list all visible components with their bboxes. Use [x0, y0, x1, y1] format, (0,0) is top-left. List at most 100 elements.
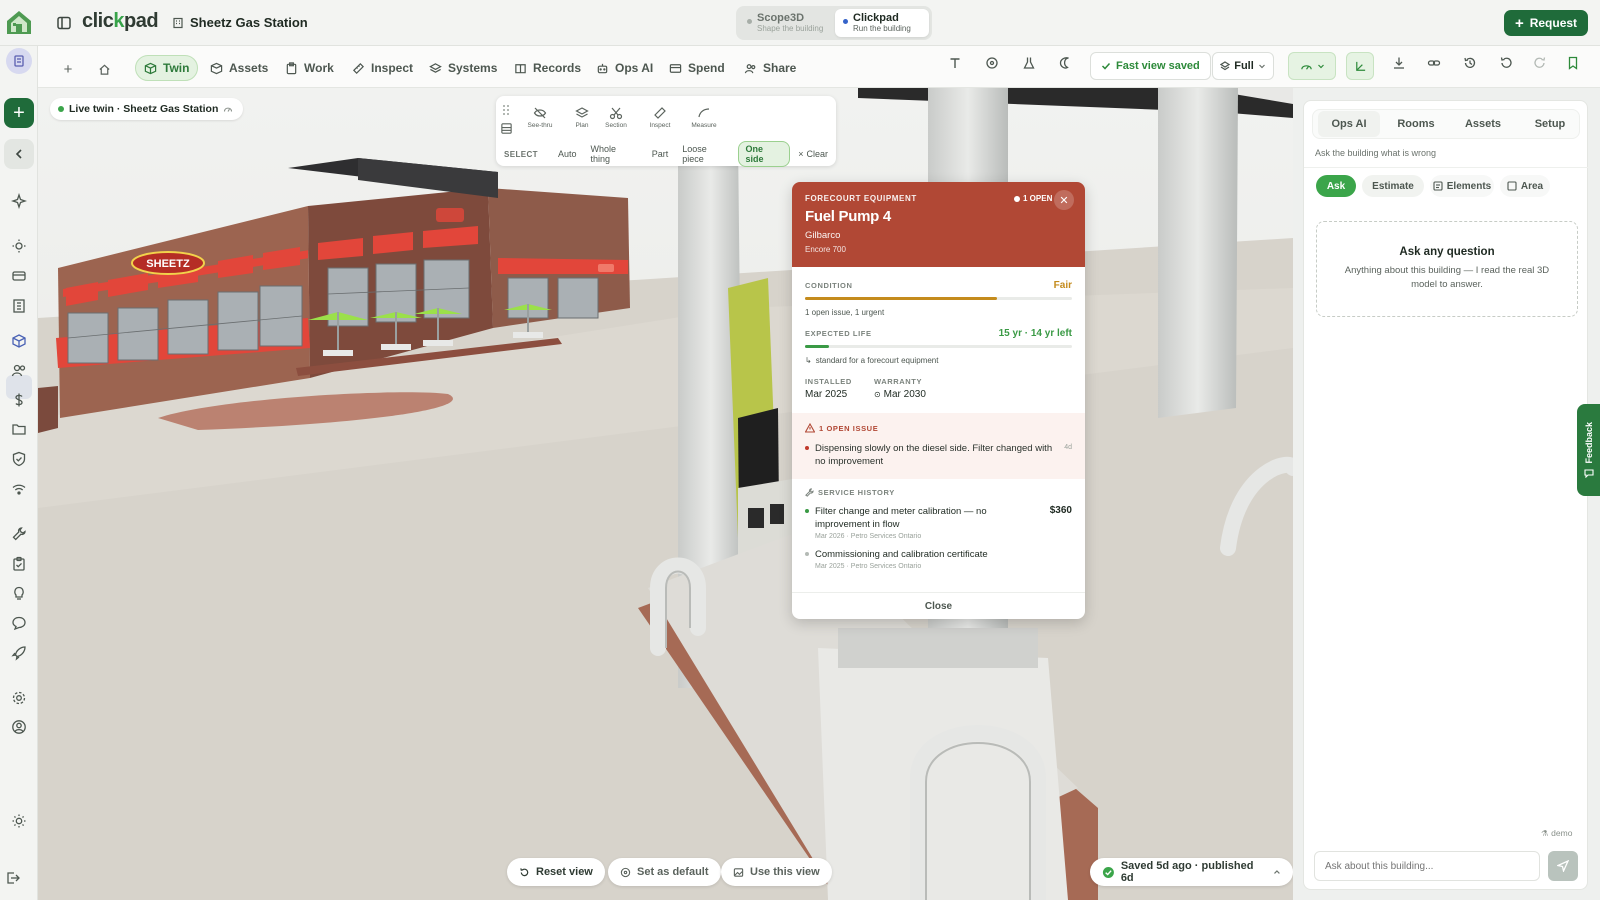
tool-measure[interactable]: Measure	[684, 106, 724, 129]
people-icon[interactable]	[11, 362, 27, 378]
axis-button[interactable]	[1346, 52, 1374, 80]
clipboard-icon[interactable]	[11, 556, 27, 572]
wrench-icon[interactable]	[11, 526, 27, 542]
chip-elements[interactable]: Elements	[1430, 175, 1494, 197]
tool-section[interactable]: Section	[596, 106, 636, 129]
select-option-one-side[interactable]: One side	[738, 141, 791, 167]
moon-icon[interactable]	[1055, 52, 1077, 74]
3d-scene[interactable]: SHEETZ	[38, 88, 1293, 900]
add-nav-button[interactable]: +	[58, 59, 78, 79]
brightness-icon[interactable]	[11, 813, 27, 829]
tab-ops-ai[interactable]: Ops AI	[588, 55, 661, 81]
mode-title: Clickpad	[853, 12, 899, 24]
top-bar: clickpad Sheetz Gas Station Scope3D Shap…	[0, 0, 1600, 46]
card-close-button[interactable]: ✕	[1054, 190, 1074, 210]
reset-view-button[interactable]: Reset view	[507, 858, 605, 886]
drag-handle-icon[interactable]	[502, 104, 510, 116]
download-icon[interactable]	[1388, 52, 1410, 74]
save-status-pill[interactable]: Saved 5d ago · published 6d	[1090, 858, 1293, 886]
sun-icon[interactable]	[11, 238, 27, 254]
mode-clickpad[interactable]: Clickpad Run the building	[835, 9, 929, 37]
fast-view-saved-button[interactable]: Fast view saved	[1090, 52, 1211, 80]
select-option-auto[interactable]: Auto	[552, 147, 583, 161]
ask-question-box[interactable]: Ask any question Anything about this bui…	[1316, 221, 1578, 317]
cards-icon[interactable]	[11, 268, 27, 284]
table-icon[interactable]	[500, 122, 513, 135]
send-button[interactable]	[1548, 851, 1578, 881]
folder-icon[interactable]	[11, 421, 27, 437]
card-close-link[interactable]: Close	[792, 592, 1085, 619]
tab-records[interactable]: Records	[506, 55, 589, 81]
sidebar-toggle-icon[interactable]	[56, 15, 72, 31]
flask-icon[interactable]	[1018, 52, 1040, 74]
chip-estimate[interactable]: Estimate	[1362, 175, 1424, 197]
issue-header: 1 OPEN ISSUE	[819, 423, 879, 433]
select-label: SELECT	[504, 149, 538, 159]
tab-assets[interactable]: Assets	[202, 55, 276, 81]
panel-tab-rooms[interactable]: Rooms	[1385, 111, 1447, 137]
select-option-part[interactable]: Part	[646, 147, 675, 161]
undo-icon[interactable]	[1495, 52, 1517, 74]
3d-viewport[interactable]: SHEETZ Live twin · Sheetz Gas Station Se…	[38, 88, 1293, 900]
mode-scope3d[interactable]: Scope3D Shape the building	[739, 9, 833, 37]
live-twin-chip[interactable]: Live twin · Sheetz Gas Station	[50, 98, 244, 120]
set-default-button[interactable]: Set as default	[608, 858, 721, 886]
dollar-icon[interactable]	[11, 392, 27, 408]
user-circle-icon[interactable]	[11, 719, 27, 735]
request-button[interactable]: + Request	[1504, 10, 1588, 36]
building-selector[interactable]: Sheetz Gas Station	[172, 15, 308, 30]
gear-icon[interactable]	[11, 690, 27, 706]
clickpad-logo-icon[interactable]	[4, 8, 34, 36]
tool-inspect[interactable]: Inspect	[640, 106, 680, 129]
panel-tab-setup[interactable]: Setup	[1519, 111, 1581, 137]
ruler-icon	[353, 62, 364, 74]
feedback-tab[interactable]: Feedback	[1577, 404, 1600, 496]
tab-label: Records	[533, 61, 582, 75]
redo-icon[interactable]	[1529, 52, 1551, 74]
clear-selection-button[interactable]: × Clear	[792, 147, 834, 161]
collapse-rail-button[interactable]	[4, 139, 34, 169]
history-item[interactable]: Filter change and meter calibration — no…	[805, 505, 1072, 540]
home-button[interactable]	[94, 59, 114, 79]
tab-inspect[interactable]: Inspect	[344, 55, 421, 81]
open-badge-label: 1 OPEN	[1023, 194, 1053, 203]
cube-icon[interactable]	[11, 333, 27, 349]
panel-tab-assets[interactable]: Assets	[1452, 111, 1514, 137]
issue-item[interactable]: Dispensing slowly on the diesel side. Fi…	[805, 442, 1072, 468]
text-tool-icon[interactable]	[944, 52, 966, 74]
avatar-icon[interactable]	[6, 48, 32, 74]
tool-label: Measure	[691, 122, 717, 129]
chat-input[interactable]	[1314, 851, 1540, 881]
view-mode-select[interactable]: Full	[1212, 52, 1274, 80]
tab-spend[interactable]: Spend	[661, 55, 733, 81]
tool-see-thru[interactable]: See-thru	[520, 106, 560, 129]
use-view-button[interactable]: Use this view	[721, 858, 832, 886]
bookmark-icon[interactable]	[1562, 52, 1584, 74]
chevron-left-icon	[15, 149, 22, 159]
target-icon[interactable]	[981, 52, 1003, 74]
logout-icon[interactable]	[5, 870, 21, 886]
tab-twin[interactable]: Twin	[135, 55, 199, 81]
select-option-whole-thing[interactable]: Whole thing	[584, 142, 643, 166]
store-sign-text: SHEETZ	[146, 258, 190, 270]
history-item[interactable]: Commissioning and calibration certificat…	[805, 548, 1072, 570]
sparkle-icon[interactable]	[11, 193, 27, 209]
tab-systems[interactable]: Systems	[421, 55, 505, 81]
history-cost: $360	[1049, 505, 1072, 516]
tab-work[interactable]: Work	[277, 55, 342, 81]
chat-icon[interactable]	[11, 615, 27, 631]
chip-ask[interactable]: Ask	[1316, 175, 1356, 197]
wifi-icon[interactable]	[11, 481, 27, 497]
rocket-icon[interactable]	[11, 645, 27, 661]
shield-icon[interactable]	[11, 451, 27, 467]
bulb-icon[interactable]	[11, 585, 27, 601]
link-icon[interactable]	[1423, 52, 1445, 74]
gauge-select[interactable]	[1288, 52, 1336, 80]
tab-share[interactable]: Share	[736, 55, 804, 81]
add-button[interactable]: +	[4, 98, 34, 128]
chip-area[interactable]: Area	[1500, 175, 1550, 197]
building-icon[interactable]	[11, 298, 27, 314]
select-option-loose-piece[interactable]: Loose piece	[676, 142, 736, 166]
history-icon[interactable]	[1459, 52, 1481, 74]
panel-tab-ops-ai[interactable]: Ops AI	[1318, 111, 1380, 137]
